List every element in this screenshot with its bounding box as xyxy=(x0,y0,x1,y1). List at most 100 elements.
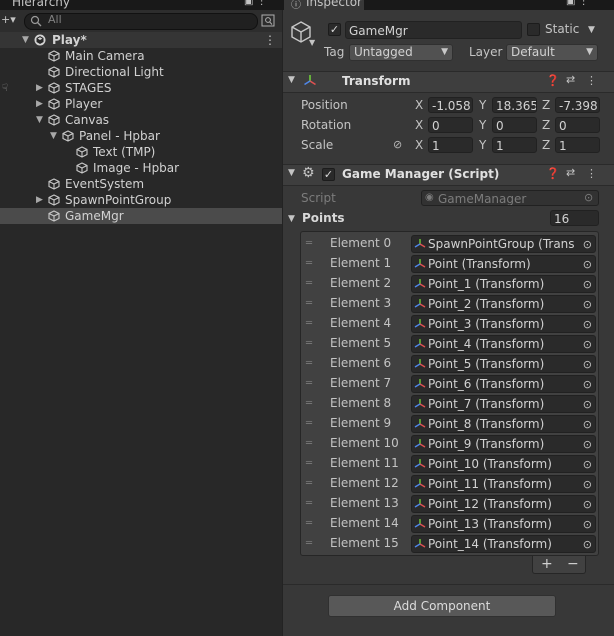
object-picker-icon[interactable]: ⊙ xyxy=(583,538,592,551)
add-component-button[interactable]: Add Component xyxy=(328,595,556,617)
transform-object-field[interactable]: Point_7 (Transform) ⊙ xyxy=(411,395,596,413)
transform-object-field[interactable]: Point_3 (Transform) ⊙ xyxy=(411,315,596,333)
transform-object-field[interactable]: Point_5 (Transform) ⊙ xyxy=(411,355,596,373)
object-picker-icon[interactable]: ⊙ xyxy=(583,278,592,291)
hierarchy-tab-menu-icon[interactable]: ▣ ⋮ xyxy=(244,0,267,7)
tag-dropdown[interactable]: Untagged ▼ xyxy=(349,44,453,61)
transform-object-field[interactable]: Point_14 (Transform) ⊙ xyxy=(411,535,596,553)
rot-y-field[interactable]: 0 xyxy=(492,117,537,133)
scene-menu-icon[interactable]: ⋮ xyxy=(264,32,276,48)
drag-handle-icon[interactable]: ═ xyxy=(306,438,312,449)
object-picker-icon[interactable]: ⊙ xyxy=(583,478,592,491)
transform-object-field[interactable]: Point_13 (Transform) ⊙ xyxy=(411,515,596,533)
remove-element-button[interactable]: − xyxy=(567,556,579,572)
hierarchy-item[interactable]: Text (TMP) xyxy=(0,144,282,160)
hierarchy-tab[interactable]: Hierarchy xyxy=(12,0,70,9)
active-checkbox[interactable]: ✓ xyxy=(328,23,341,36)
hierarchy-item[interactable]: GameMgr xyxy=(0,208,282,224)
help-icon[interactable]: ❓ xyxy=(546,167,560,180)
scene-row[interactable]: ▼ Play* ⋮ xyxy=(0,32,282,48)
drag-handle-icon[interactable]: ═ xyxy=(306,418,312,429)
collapse-arrow-icon[interactable]: ▶ xyxy=(36,80,43,96)
object-name-field[interactable]: GameMgr xyxy=(345,21,522,39)
drag-handle-icon[interactable]: ═ xyxy=(306,358,312,369)
drag-handle-icon[interactable]: ═ xyxy=(306,398,312,409)
object-picker-icon[interactable]: ⊙ xyxy=(583,358,592,371)
hierarchy-item[interactable]: Directional Light xyxy=(0,64,282,80)
points-foldout-icon[interactable]: ▼ xyxy=(288,214,295,224)
transform-object-field[interactable]: Point_6 (Transform) ⊙ xyxy=(411,375,596,393)
hierarchy-item[interactable]: ▼ Panel - Hpbar xyxy=(0,128,282,144)
collapse-arrow-icon[interactable]: ▶ xyxy=(36,96,43,112)
object-picker-icon[interactable]: ⊙ xyxy=(583,258,592,271)
hierarchy-item[interactable]: EventSystem xyxy=(0,176,282,192)
drag-handle-icon[interactable]: ═ xyxy=(306,238,312,249)
drag-handle-icon[interactable]: ═ xyxy=(306,258,312,269)
object-picker-icon[interactable]: ⊙ xyxy=(583,338,592,351)
expand-arrow-icon[interactable]: ▼ xyxy=(50,128,57,144)
foldout-arrow-icon[interactable]: ▼ xyxy=(288,75,295,85)
drag-handle-icon[interactable]: ═ xyxy=(306,338,312,349)
transform-object-field[interactable]: Point_2 (Transform) ⊙ xyxy=(411,295,596,313)
hierarchy-item[interactable]: Main Camera xyxy=(0,48,282,64)
transform-object-field[interactable]: Point (Transform) ⊙ xyxy=(411,255,596,273)
pos-z-field[interactable]: -7.398 xyxy=(555,97,600,113)
object-picker-icon[interactable]: ⊙ xyxy=(583,238,592,251)
expand-arrow-icon[interactable]: ▼ xyxy=(22,32,29,48)
add-element-button[interactable]: + xyxy=(541,556,553,572)
help-icon[interactable]: ❓ xyxy=(546,74,560,87)
object-picker-icon[interactable]: ⊙ xyxy=(583,318,592,331)
drag-handle-icon[interactable]: ═ xyxy=(306,378,312,389)
object-picker-icon[interactable]: ⊙ xyxy=(584,191,593,204)
inspector-tab-menu-icon[interactable]: ▣ ⋮ xyxy=(566,0,589,7)
static-checkbox[interactable] xyxy=(527,23,540,36)
transform-object-field[interactable]: Point_12 (Transform) ⊙ xyxy=(411,495,596,513)
component-menu-icon[interactable]: ⋮ xyxy=(586,74,597,87)
transform-object-field[interactable]: Point_11 (Transform) ⊙ xyxy=(411,475,596,493)
hierarchy-item[interactable]: ▶ Player xyxy=(0,96,282,112)
drag-handle-icon[interactable]: ═ xyxy=(306,478,312,489)
inspector-tab[interactable]: Inspector xyxy=(306,0,362,9)
component-menu-icon[interactable]: ⋮ xyxy=(586,167,597,180)
scale-z-field[interactable]: 1 xyxy=(555,137,600,153)
drag-handle-icon[interactable]: ═ xyxy=(306,518,312,529)
presets-icon[interactable]: ⇄ xyxy=(566,73,575,86)
script-field[interactable]: GameManager xyxy=(421,190,599,206)
search-by-type-icon[interactable] xyxy=(261,14,275,27)
transform-header[interactable] xyxy=(283,71,614,93)
transform-object-field[interactable]: Point_10 (Transform) ⊙ xyxy=(411,455,596,473)
script-enabled-checkbox[interactable]: ✓ xyxy=(322,168,335,181)
hierarchy-item[interactable]: ▼ Canvas xyxy=(0,112,282,128)
transform-object-field[interactable]: SpawnPointGroup (Transform) ⊙ xyxy=(411,235,596,253)
expand-arrow-icon[interactable]: ▼ xyxy=(36,112,43,128)
pos-y-field[interactable]: 18.365 xyxy=(492,97,537,113)
drag-handle-icon[interactable]: ═ xyxy=(306,538,312,549)
foldout-arrow-icon[interactable]: ▼ xyxy=(288,168,295,178)
object-picker-icon[interactable]: ⊙ xyxy=(583,418,592,431)
drag-handle-icon[interactable]: ═ xyxy=(306,458,312,469)
hierarchy-item[interactable]: ▶ STAGES xyxy=(0,80,282,96)
object-picker-icon[interactable]: ⊙ xyxy=(583,378,592,391)
create-plus-icon[interactable]: +▾ xyxy=(1,13,16,26)
scale-link-icon[interactable]: ⊘ xyxy=(393,138,402,151)
object-picker-icon[interactable]: ⊙ xyxy=(583,458,592,471)
drag-handle-icon[interactable]: ═ xyxy=(306,318,312,329)
object-picker-icon[interactable]: ⊙ xyxy=(583,398,592,411)
rot-z-field[interactable]: 0 xyxy=(555,117,600,133)
drag-handle-icon[interactable]: ═ xyxy=(306,498,312,509)
object-picker-icon[interactable]: ⊙ xyxy=(583,298,592,311)
presets-icon[interactable]: ⇄ xyxy=(566,166,575,179)
icon-dropdown-arrow[interactable]: ▼ xyxy=(309,38,315,47)
transform-object-field[interactable]: Point_1 (Transform) ⊙ xyxy=(411,275,596,293)
hierarchy-item[interactable]: Image - Hpbar xyxy=(0,160,282,176)
object-picker-icon[interactable]: ⊙ xyxy=(583,438,592,451)
scale-y-field[interactable]: 1 xyxy=(492,137,537,153)
collapse-arrow-icon[interactable]: ▶ xyxy=(36,192,43,208)
static-dropdown-icon[interactable]: ▼ xyxy=(588,25,595,35)
drag-handle-icon[interactable]: ═ xyxy=(306,298,312,309)
pos-x-field[interactable]: -1.058 xyxy=(428,97,473,113)
transform-object-field[interactable]: Point_8 (Transform) ⊙ xyxy=(411,415,596,433)
hierarchy-item[interactable]: ▶ SpawnPointGroup xyxy=(0,192,282,208)
points-size-field[interactable]: 16 xyxy=(550,210,599,226)
scale-x-field[interactable]: 1 xyxy=(428,137,473,153)
